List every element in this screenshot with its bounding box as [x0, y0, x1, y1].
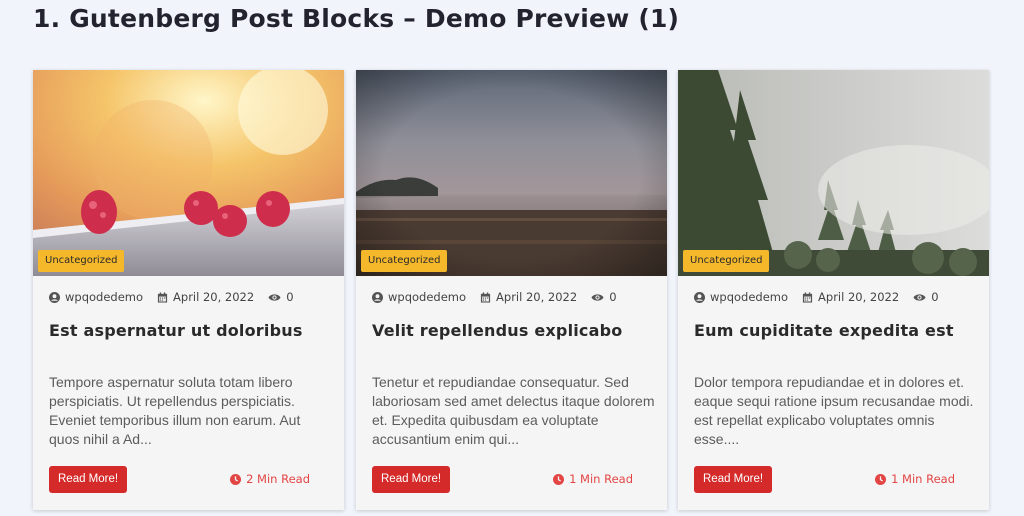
views-meta: 0 — [913, 290, 939, 304]
category-badge[interactable]: Uncategorized — [361, 250, 448, 272]
clock-icon — [230, 473, 242, 485]
read-time: 2 Min Read — [230, 472, 310, 486]
author-name: wpqodedemo — [388, 290, 467, 304]
post-meta: wpqodedemo April 20, 2022 0 — [694, 289, 953, 305]
post-thumbnail[interactable]: Uncategorized — [356, 70, 667, 276]
post-thumbnail[interactable]: Uncategorized — [33, 70, 344, 276]
user-circle-icon — [372, 291, 383, 303]
date-meta: April 20, 2022 — [480, 290, 577, 304]
user-circle-icon — [49, 291, 60, 303]
read-time: 1 Min Read — [875, 472, 955, 486]
author-meta[interactable]: wpqodedemo — [372, 290, 466, 304]
post-excerpt: Dolor tempora repudiandae et in dolores … — [694, 374, 974, 447]
post-meta: wpqodedemo April 20, 2022 0 — [372, 289, 631, 305]
post-date: April 20, 2022 — [818, 290, 900, 304]
author-meta[interactable]: wpqodedemo — [694, 290, 788, 304]
post-date: April 20, 2022 — [173, 290, 255, 304]
post-card: Uncategorized wpqodedemo April 20, 2022 … — [33, 70, 344, 510]
author-name: wpqodedemo — [710, 290, 789, 304]
read-more-button[interactable]: Read More! — [694, 466, 773, 493]
read-time: 1 Min Read — [553, 472, 633, 486]
calendar-icon — [802, 291, 813, 303]
post-card: Uncategorized wpqodedemo April 20, 2022 … — [678, 70, 989, 510]
eye-icon — [913, 293, 926, 301]
read-more-button[interactable]: Read More! — [49, 466, 128, 493]
post-title[interactable]: Est aspernatur ut doloribus — [49, 321, 334, 340]
author-name: wpqodedemo — [65, 290, 144, 304]
post-grid: Uncategorized wpqodedemo April 20, 2022 … — [33, 70, 993, 516]
misty-field-image — [356, 70, 667, 276]
date-meta: April 20, 2022 — [157, 290, 254, 304]
read-time-label: 1 Min Read — [569, 472, 633, 486]
foggy-forest-image — [678, 70, 989, 276]
calendar-icon — [157, 291, 168, 303]
read-more-button[interactable]: Read More! — [372, 466, 451, 493]
views-meta: 0 — [591, 290, 617, 304]
read-time-label: 1 Min Read — [891, 472, 955, 486]
post-thumbnail[interactable]: Uncategorized — [678, 70, 989, 276]
views-meta: 0 — [268, 290, 294, 304]
eye-icon — [591, 293, 604, 301]
raspberries-image — [33, 70, 344, 276]
view-count: 0 — [931, 290, 939, 304]
post-date: April 20, 2022 — [496, 290, 578, 304]
page-title: 1. Gutenberg Post Blocks – Demo Preview … — [33, 4, 680, 33]
eye-icon — [268, 293, 281, 301]
post-meta: wpqodedemo April 20, 2022 0 — [49, 289, 308, 305]
post-card: Uncategorized wpqodedemo April 20, 2022 … — [356, 70, 667, 510]
post-excerpt: Tenetur et repudiandae consequatur. Sed … — [372, 374, 655, 447]
category-badge[interactable]: Uncategorized — [683, 250, 770, 272]
post-excerpt: Tempore aspernatur soluta totam libero p… — [49, 374, 301, 447]
post-title[interactable]: Eum cupiditate expedita est — [694, 321, 979, 340]
date-meta: April 20, 2022 — [802, 290, 899, 304]
category-badge[interactable]: Uncategorized — [38, 250, 125, 272]
post-title[interactable]: Velit repellendus explicabo — [372, 321, 657, 340]
clock-icon — [875, 473, 887, 485]
view-count: 0 — [609, 290, 617, 304]
user-circle-icon — [694, 291, 705, 303]
view-count: 0 — [286, 290, 294, 304]
read-time-label: 2 Min Read — [246, 472, 310, 486]
author-meta[interactable]: wpqodedemo — [49, 290, 143, 304]
clock-icon — [553, 473, 565, 485]
calendar-icon — [480, 291, 491, 303]
